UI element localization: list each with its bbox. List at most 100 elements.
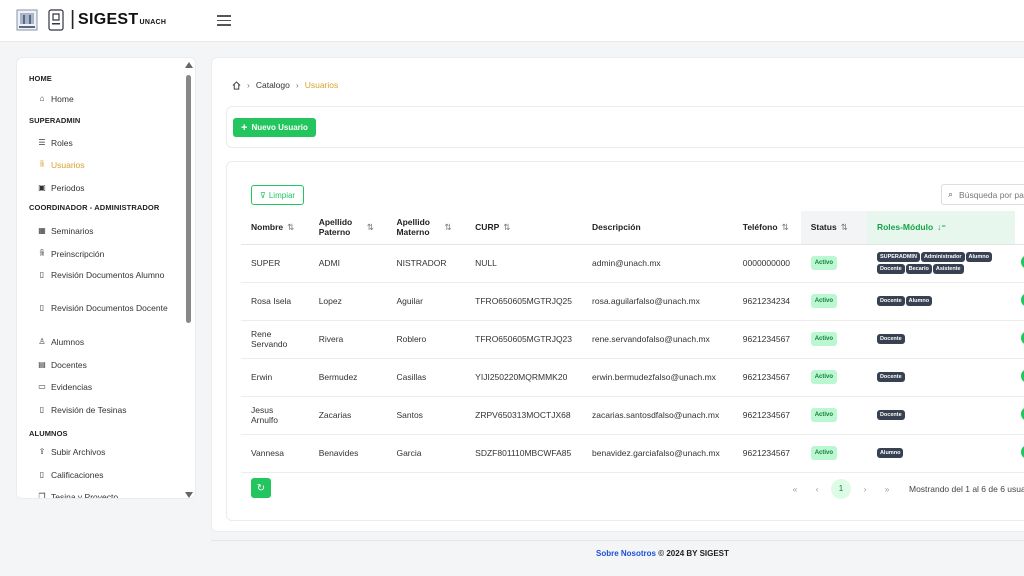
upload-icon: ⇪	[38, 447, 46, 456]
cell-status: Activo	[800, 282, 867, 321]
page-1-button[interactable]: 1	[831, 479, 851, 499]
refresh-button[interactable]: ↻	[251, 478, 271, 498]
menu-toggle-icon[interactable]	[217, 15, 231, 27]
sidebar-item-roles[interactable]: ☰ Roles	[37, 138, 177, 148]
sidebar-item-label: Revisión Documentos Docente	[51, 303, 168, 313]
col-status[interactable]: Status ⇅	[800, 211, 867, 245]
cell-curp: ZRPV650313MOCTJX68	[465, 396, 583, 435]
new-user-button[interactable]: + Nuevo Usuario	[233, 118, 316, 137]
breadcrumb-catalogo[interactable]: Catalogo	[256, 80, 290, 90]
status-badge: Activo	[810, 256, 838, 270]
col-apellido-paterno[interactable]: Apellido Paterno⇅	[308, 211, 387, 245]
role-badge: Docente	[876, 410, 905, 420]
cell-curp: YIJI250220MQRMMK20	[465, 358, 583, 397]
role-badge: Administrador	[920, 252, 965, 262]
col-curp[interactable]: CURP ⇅	[465, 211, 583, 245]
scroll-up-arrow-icon[interactable]	[185, 62, 193, 68]
col-telefono[interactable]: Teléfono ⇅	[732, 211, 801, 245]
search-input[interactable]: ⌕ Búsqueda por palabra	[941, 184, 1024, 205]
role-badge: Docente	[876, 334, 905, 344]
cell-telefono: 9621234234	[732, 282, 801, 321]
search-icon: ⌕	[948, 189, 954, 199]
cell-apellido-paterno: Lopez	[308, 282, 387, 321]
sidebar-item-home[interactable]: ⌂ Home	[37, 94, 177, 104]
breadcrumb-chevron-icon: ›	[247, 80, 250, 90]
cell-acciones	[1014, 396, 1024, 435]
pagination-info: Mostrando del 1 al 6 de 6 usuarios	[909, 484, 1024, 494]
table-row[interactable]: Jesus Arnulfo Zacarias Santos ZRPV650313MOC…	[241, 396, 1024, 435]
cell-apellido-paterno: Rivera	[308, 320, 387, 359]
sidebar-item-periodos[interactable]: ▣ Periodos	[37, 183, 177, 193]
sidebar-item-preinscripci-n[interactable]: ꆜ Preinscripción	[37, 249, 177, 259]
role-badge: Docente	[876, 372, 905, 382]
role-badge: SUPERADMIN	[876, 252, 920, 262]
col-apellido-materno[interactable]: Apellido Materno⇅	[386, 211, 466, 245]
cell-apellido-paterno: Zacarias	[308, 396, 387, 435]
col-nombre[interactable]: Nombre ⇅	[241, 211, 309, 245]
users-table-card: ⊽ Limpiar ⌕ Búsqueda por palabra Nombre⇅…	[226, 161, 1024, 521]
sidebar-item-calificaciones[interactable]: ▯ Calificaciones	[37, 470, 177, 480]
folder-icon: ▭	[38, 382, 46, 391]
sidebar-item-revisi-n-documentos-alumno[interactable]: ▯ Revisión Documentos Alumno	[37, 270, 177, 280]
about-link[interactable]: Sobre Nosotros	[596, 549, 656, 558]
sort-icon: ⇅	[503, 221, 511, 232]
cell-status: Activo	[800, 358, 867, 397]
cell-apellido-materno: NISTRADOR	[386, 244, 466, 283]
sidebar-section-title: COORDINADOR - ADMINISTRADOR	[29, 203, 160, 212]
sort-icon: ⇅	[444, 221, 452, 232]
col-roles-modulo[interactable]: Roles-Módulo ↓⁼	[866, 211, 1015, 245]
cell-acciones	[1014, 320, 1024, 359]
sidebar-item-revisi-n-de-tesinas[interactable]: ▯ Revisión de Tesinas	[37, 405, 177, 415]
cell-apellido-materno: Santos	[386, 396, 466, 435]
home-icon[interactable]	[232, 80, 241, 90]
role-badge: Asistente	[932, 264, 964, 274]
sidebar-item-seminarios[interactable]: ▦ Seminarios	[37, 226, 177, 236]
sidebar-item-evidencias[interactable]: ▭ Evidencias	[37, 382, 177, 392]
cell-acciones	[1014, 282, 1024, 321]
file-icon: ▯	[39, 470, 45, 479]
cell-descripcion: rene.servandofalso@unach.mx	[582, 320, 733, 359]
footer-divider	[211, 540, 1024, 541]
cell-descripcion: admin@unach.mx	[582, 244, 733, 283]
table-row[interactable]: Erwin Bermudez Casillas YIJI250220MQRMMK20 e…	[241, 358, 1024, 397]
cell-descripcion: erwin.bermudezfalso@unach.mx	[582, 358, 733, 397]
table-row[interactable]: Rene Servando Rivera Roblero TFRO650605MGTR…	[241, 320, 1024, 359]
footer: Sobre Nosotros © 2024 BY SIGEST	[596, 549, 729, 558]
next-page-button[interactable]: ›	[857, 484, 873, 494]
prev-page-button[interactable]: ‹	[809, 484, 825, 494]
first-page-button[interactable]: «	[787, 484, 803, 494]
copy-icon: ❐	[38, 492, 46, 499]
role-badge: Alumno	[905, 296, 933, 306]
book-icon: ▤	[38, 360, 46, 369]
sidebar-item-label: Usuarios	[51, 160, 85, 170]
clear-filters-button[interactable]: ⊽ Limpiar	[251, 185, 305, 205]
sidebar-item-docentes[interactable]: ▤ Docentes	[37, 360, 177, 370]
scroll-thumb[interactable]	[186, 75, 191, 323]
top-bar: | SIGESTUNACH	[0, 0, 1024, 42]
cell-roles: Docente	[866, 320, 1015, 359]
last-page-button[interactable]: »	[879, 484, 895, 494]
table-row[interactable]: Rosa Isela Lopez Aguilar TFRO650605MGTRJQ25…	[241, 282, 1024, 321]
role-badge: Becario	[905, 264, 932, 274]
cell-roles: Docente Alumno	[866, 282, 1015, 321]
sidebar-item-label: Preinscripción	[51, 249, 105, 259]
cell-curp: SDZF801110MBCWFA85	[465, 434, 583, 473]
sidebar-scrollbar[interactable]	[185, 62, 193, 498]
logo-separator: |	[70, 8, 76, 30]
sidebar-section-title: SUPERADMIN	[29, 116, 81, 125]
users-icon: ꆜ	[38, 249, 46, 258]
plus-icon: +	[241, 121, 248, 134]
sidebar-item-subir-archivos[interactable]: ⇪ Subir Archivos	[37, 447, 177, 457]
table-row[interactable]: Vannesa Benavides Garcia SDZF801110MBCWFA85…	[241, 434, 1024, 473]
sidebar-item-label: Calificaciones	[51, 470, 104, 480]
status-badge: Activo	[810, 408, 838, 422]
list-icon: ☰	[38, 138, 46, 147]
sidebar-item-tesina-y-proyecto[interactable]: ❐ Tesina y Proyecto	[37, 492, 177, 499]
sidebar-item-revisi-n-documentos-docente[interactable]: ▯ Revisión Documentos Docente	[37, 303, 177, 313]
sidebar-item-usuarios[interactable]: ꆜ Usuarios	[37, 160, 177, 170]
cell-status: Activo	[800, 434, 867, 473]
scroll-down-arrow-icon[interactable]	[185, 492, 193, 498]
cell-nombre: Vannesa	[241, 434, 309, 473]
sidebar-item-alumnos[interactable]: ♙ Alumnos	[37, 337, 177, 347]
table-row[interactable]: SUPER ADMI NISTRADOR NULL admin@unach.mx 0000…	[241, 244, 1024, 283]
